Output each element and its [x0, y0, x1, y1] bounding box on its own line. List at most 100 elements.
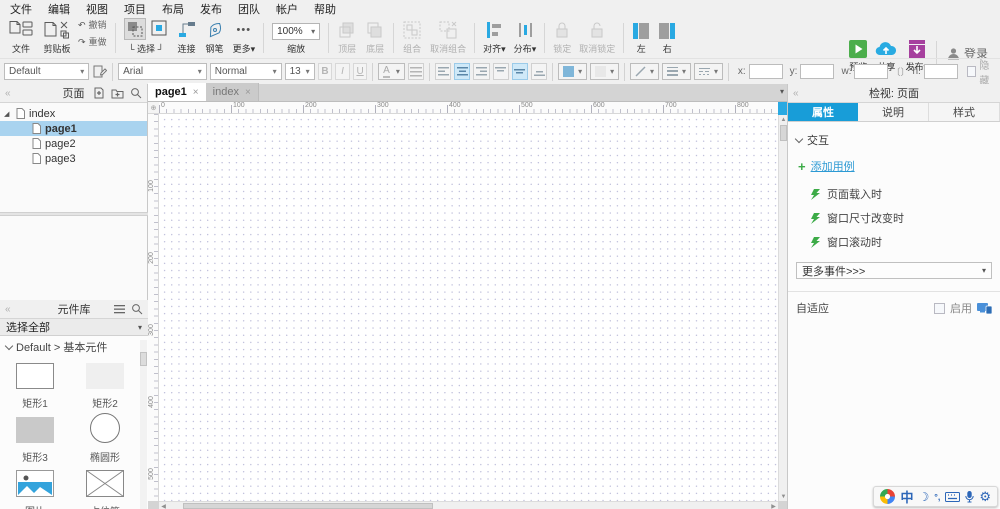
font-family-select[interactable]: Arial ▾ [118, 63, 207, 80]
right-panel-toggle[interactable]: 右 [654, 21, 680, 56]
italic-button[interactable]: I [335, 63, 350, 80]
library-item-ellipse[interactable]: 椭圆形 [70, 412, 140, 466]
x-input[interactable] [748, 64, 783, 79]
tree-item-index[interactable]: ◢ index [0, 106, 147, 121]
valign-middle-button[interactable] [511, 63, 529, 80]
bring-to-front-button[interactable]: 顶层 [333, 19, 361, 56]
ungroup-button[interactable]: 取消组合 [426, 19, 470, 56]
library-filter-select[interactable]: 选择全部 ▾ [0, 319, 148, 336]
ime-punctuation-icon[interactable]: °, [934, 492, 940, 502]
edit-style-icon[interactable] [92, 64, 108, 79]
undo-button[interactable]: ↶ 撤销 [78, 18, 107, 31]
scrollbar-thumb[interactable] [140, 352, 147, 366]
lock-button[interactable]: 锁定 [549, 19, 575, 56]
line-color-select[interactable]: ▾ [629, 63, 659, 80]
send-to-back-button[interactable]: 底层 [361, 19, 389, 56]
menu-layout[interactable]: 布局 [154, 1, 192, 17]
tree-item-page2[interactable]: page2 [0, 136, 147, 151]
more-button[interactable]: ••• 更多▾ [229, 19, 260, 56]
link-wh-icon[interactable]: 〔〕 [891, 65, 909, 78]
font-size-select[interactable]: 13 ▾ [284, 63, 315, 80]
enable-adaptive-checkbox[interactable] [934, 302, 945, 314]
collapse-panel-icon[interactable]: « [5, 88, 11, 99]
tab-style[interactable]: 样式 [929, 103, 1000, 121]
ime-fullwidth-icon[interactable]: ☽ [918, 490, 929, 504]
hide-checkbox[interactable] [966, 66, 977, 77]
library-item-placeholder[interactable]: 占位符 [70, 466, 140, 509]
library-item-rect2[interactable]: 矩形2 [70, 358, 140, 412]
panel-divider[interactable] [0, 212, 148, 216]
collapse-panel-icon[interactable]: « [793, 88, 799, 99]
menu-account[interactable]: 帐户 [268, 1, 306, 17]
zoom-select[interactable]: 100% ▾ [272, 23, 321, 40]
valign-bottom-button[interactable] [531, 63, 548, 80]
design-canvas[interactable] [159, 114, 778, 501]
tree-item-page3[interactable]: page3 [0, 151, 147, 166]
library-item-image[interactable]: 图片 [0, 466, 70, 509]
file-button[interactable]: 文件 [4, 19, 38, 56]
w-input[interactable] [854, 64, 889, 79]
y-input[interactable] [800, 64, 835, 79]
event-page-load[interactable]: 页面载入时 [788, 182, 1000, 206]
clipboard-button[interactable]: 剪贴板 [38, 19, 76, 56]
ruler-origin[interactable]: ⊕ [148, 102, 159, 114]
search-icon[interactable] [130, 87, 142, 99]
menu-file[interactable]: 文件 [2, 1, 40, 17]
scrollbar-thumb[interactable] [183, 503, 433, 509]
text-color-select[interactable]: A ▾ [378, 63, 405, 80]
line-width-select[interactable]: ▾ [662, 63, 692, 80]
distribute-button[interactable]: 分布▾ [510, 19, 541, 56]
unlock-button[interactable]: 取消锁定 [575, 19, 619, 56]
menu-icon[interactable] [114, 304, 125, 314]
h-input[interactable] [923, 64, 958, 79]
scroll-right-icon[interactable]: ▶ [769, 502, 778, 509]
ime-language-toggle[interactable]: 中 [900, 487, 913, 506]
menu-help[interactable]: 帮助 [306, 1, 344, 17]
menu-edit[interactable]: 编辑 [40, 1, 78, 17]
add-folder-icon[interactable] [111, 87, 124, 99]
ime-logo-icon[interactable] [880, 489, 896, 504]
select-contain-button[interactable] [149, 18, 169, 40]
menu-team[interactable]: 团队 [230, 1, 268, 17]
event-window-scroll[interactable]: 窗口滚动时 [788, 230, 1000, 254]
search-icon[interactable] [131, 303, 143, 315]
tab-overflow-icon[interactable]: ▾ [780, 87, 784, 96]
tab-index[interactable]: index × [205, 83, 259, 101]
align-right-button[interactable] [473, 63, 490, 80]
bold-button[interactable]: B [317, 63, 333, 80]
add-case-link[interactable]: 添加用例 [811, 158, 855, 174]
adaptive-devices-icon[interactable] [977, 302, 992, 314]
event-window-resize[interactable]: 窗口尺寸改变时 [788, 206, 1000, 230]
font-weight-select[interactable]: Normal ▾ [209, 63, 282, 80]
tree-item-page1[interactable]: page1 [0, 121, 147, 136]
interaction-section-header[interactable]: 交互 [788, 122, 1000, 154]
library-item-rect3[interactable]: 矩形3 [0, 412, 70, 466]
vertical-scrollbar[interactable]: ▲ ▼ [778, 115, 787, 501]
library-scrollbar[interactable] [140, 340, 147, 509]
library-section-header[interactable]: Default > 基本元件 [0, 336, 148, 358]
tab-notes[interactable]: 说明 [858, 103, 929, 121]
align-button[interactable]: 对齐▾ [479, 19, 510, 56]
scroll-left-icon[interactable]: ◀ [159, 502, 168, 509]
collapse-panel-icon[interactable]: « [5, 304, 11, 315]
scrollbar-thumb[interactable] [780, 125, 787, 141]
close-tab-icon[interactable]: × [245, 87, 251, 98]
expander-icon[interactable]: ◢ [4, 110, 14, 118]
align-center-button[interactable] [454, 63, 471, 80]
ime-mic-icon[interactable] [965, 490, 975, 503]
add-page-icon[interactable] [93, 87, 105, 99]
tab-properties[interactable]: 属性 [788, 103, 858, 121]
menu-project[interactable]: 项目 [116, 1, 154, 17]
menu-publish[interactable]: 发布 [192, 1, 230, 17]
opacity-select[interactable]: ▾ [590, 63, 620, 80]
left-panel-toggle[interactable]: 左 [628, 21, 654, 56]
ime-settings-icon[interactable]: ⚙ [979, 489, 991, 505]
redo-button[interactable]: ↷ 重做 [78, 35, 107, 48]
ime-keyboard-icon[interactable] [945, 491, 961, 502]
library-item-rect1[interactable]: 矩形1 [0, 358, 70, 412]
horizontal-scrollbar[interactable]: ◀ ▶ [159, 501, 778, 509]
select-intersect-button[interactable] [123, 18, 146, 40]
fill-color-select[interactable]: ▾ [558, 63, 588, 80]
close-tab-icon[interactable]: × [193, 87, 199, 98]
menu-view[interactable]: 视图 [78, 1, 116, 17]
